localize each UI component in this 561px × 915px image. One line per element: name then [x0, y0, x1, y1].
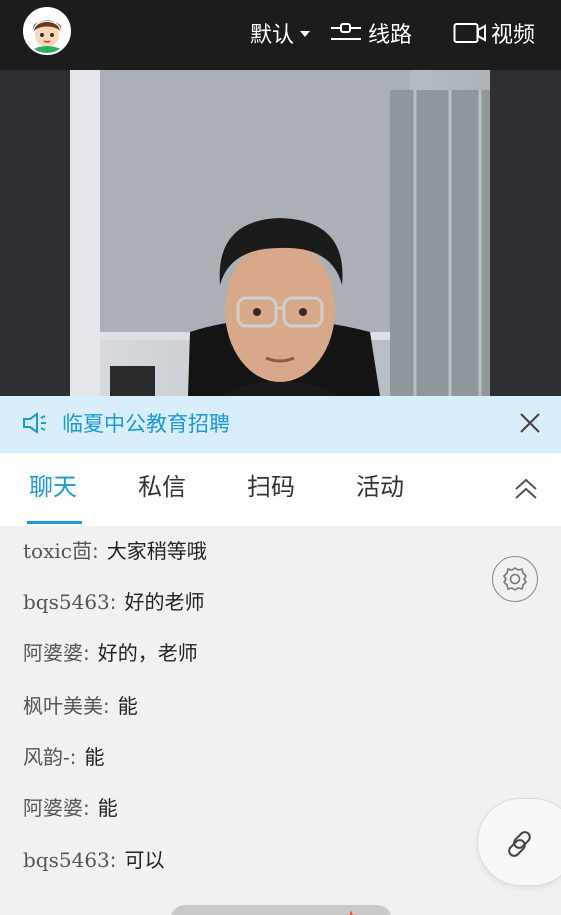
announcement-text: 临夏中公教育招聘	[62, 412, 230, 436]
chat-message: 风韵-: 能	[23, 742, 105, 772]
nickname-separator: :	[69, 745, 77, 769]
nickname-separator: :	[109, 590, 117, 614]
chat-text: 能	[117, 694, 138, 718]
star-icon: ★	[344, 907, 358, 915]
chat-text: 大家稍等哦	[106, 539, 207, 563]
chat-message: toxic茴: 大家稍等哦	[23, 536, 207, 566]
avatar-cartoon-icon	[25, 9, 69, 53]
chat-settings-button[interactable]	[492, 556, 538, 602]
chat-nickname[interactable]: toxic茴	[23, 539, 92, 563]
nickname-separator: :	[83, 641, 90, 665]
chat-nickname[interactable]: 阿婆婆	[23, 796, 83, 820]
tab-scan-code[interactable]: 扫码	[247, 471, 295, 503]
chat-text: 能	[84, 745, 105, 769]
nickname-separator: :	[103, 694, 110, 718]
chevron-up-double-icon[interactable]	[512, 475, 540, 503]
chat-text: 能	[97, 796, 118, 820]
chat-message: bqs5463: 好的老师	[23, 587, 205, 617]
tab-private-message[interactable]: 私信	[138, 471, 186, 503]
gear-icon	[503, 567, 527, 591]
chat-text: 好的，老师	[97, 641, 198, 665]
chat-message: 阿婆婆: 好的，老师	[23, 638, 198, 668]
video-label: 视频	[491, 23, 536, 48]
avatar[interactable]	[23, 7, 71, 55]
video-button[interactable]: 视频	[453, 17, 535, 49]
bottom-floating-pill[interactable]: ★	[170, 905, 392, 915]
close-icon[interactable]	[516, 409, 544, 437]
top-bar: 默认 线路 视频	[0, 0, 561, 70]
video-player[interactable]	[0, 70, 561, 396]
chat-message: 枫叶美美: 能	[23, 691, 138, 721]
chat-nickname[interactable]: 枫叶美美	[23, 694, 103, 718]
link-icon	[508, 831, 531, 857]
chat-nickname[interactable]: bqs5463	[23, 848, 110, 872]
chat-panel[interactable]: toxic茴: 大家稍等哦 bqs5463: 好的老师 阿婆婆: 好的，老师 枫叶美美…	[0, 526, 561, 915]
caret-down-icon	[300, 31, 311, 37]
tab-activity[interactable]: 活动	[356, 471, 404, 503]
quality-label: 默认	[250, 23, 295, 48]
route-label: 线路	[368, 23, 413, 48]
presenter-video-image	[70, 70, 490, 396]
video-camera-icon	[453, 23, 486, 43]
chat-nickname[interactable]: 风韵-	[23, 745, 70, 769]
chat-nickname[interactable]: 阿婆婆	[23, 641, 83, 665]
chat-text: 可以	[124, 848, 165, 872]
chat-text: 好的老师	[124, 590, 205, 614]
share-link-button[interactable]	[477, 798, 561, 886]
quality-selector[interactable]: 默认	[250, 17, 311, 49]
tab-chat[interactable]: 聊天	[29, 471, 77, 503]
nickname-separator: :	[109, 848, 117, 872]
video-frame	[70, 70, 490, 396]
nickname-separator: :	[91, 539, 99, 563]
tab-bar: 聊天 私信 扫码 活动	[0, 453, 561, 526]
announcement-bar: 临夏中公教育招聘	[0, 396, 561, 453]
nickname-separator: :	[83, 796, 90, 820]
speaker-icon	[23, 412, 46, 434]
active-tab-indicator	[27, 521, 82, 524]
chat-message: 阿婆婆: 能	[23, 793, 118, 823]
chat-message: bqs5463: 可以	[23, 845, 165, 875]
route-button[interactable]: 线路	[330, 17, 412, 49]
route-sliders-icon	[331, 23, 361, 40]
chat-nickname[interactable]: bqs5463	[23, 590, 110, 614]
